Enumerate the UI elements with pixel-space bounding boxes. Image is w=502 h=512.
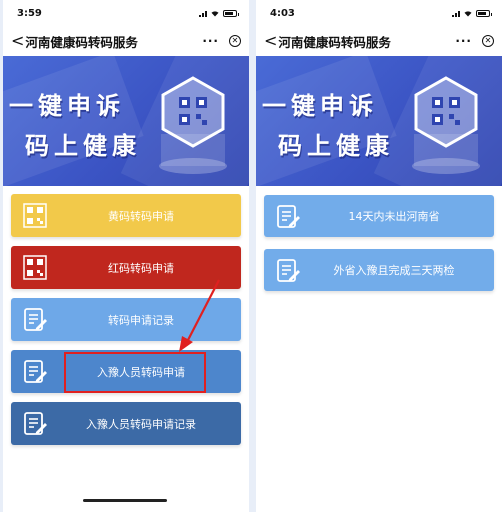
form-edit-icon [24,360,47,383]
status-icons [199,9,239,17]
qrcode-hexagon-icon [412,76,480,174]
qrcode-icon [23,255,47,280]
phone-screen-right: 4:03 < 河南健康码转码服务 ··· ✕ 一键申诉 码上健康 14天内未出河… [256,0,502,512]
more-icon[interactable]: ··· [202,34,219,48]
banner: 一键申诉 码上健康 [256,56,502,186]
entry-three-days-two-tests-button[interactable]: 外省入豫且完成三天两检 [264,249,494,291]
battery-icon [476,9,492,17]
arrow-annotation-icon [179,279,220,352]
back-icon[interactable]: < [11,33,24,49]
wifi-icon [464,11,472,17]
qrcode-icon [23,203,47,228]
nav-bar: < 河南健康码转码服务 ··· ✕ [3,26,249,56]
banner-line-1: 一键申诉 [9,92,125,120]
status-bar: 4:03 [256,0,502,26]
form-edit-icon [24,412,47,435]
banner-line-2: 码上健康 [278,132,394,160]
signal-icon [199,10,207,17]
close-icon[interactable]: ✕ [482,35,494,47]
battery-icon [223,9,239,17]
close-icon[interactable]: ✕ [229,35,241,47]
button-list: 14天内未出河南省 外省入豫且完成三天两检 [264,195,494,303]
more-icon[interactable]: ··· [455,34,472,48]
page-title: 河南健康码转码服务 [25,34,138,50]
status-bar: 3:59 [3,0,249,26]
status-time: 3:59 [17,7,42,19]
highlight-box-annotation [64,352,206,393]
banner-line-2: 码上健康 [25,132,141,160]
banner: 一键申诉 码上健康 [3,56,249,186]
back-icon[interactable]: < [264,33,277,49]
home-indicator [83,499,167,502]
yellow-code-apply-button[interactable]: 黄码转码申请 [11,194,241,237]
signal-icon [452,10,460,17]
nav-bar: < 河南健康码转码服务 ··· ✕ [256,26,502,56]
entry-henan-record-button[interactable]: 入豫人员转码申请记录 [11,402,241,445]
wifi-icon [211,11,219,17]
page-title: 河南健康码转码服务 [278,34,391,50]
phone-screen-left: 3:59 < 河南健康码转码服务 ··· ✕ 一键申诉 码上健康 黄码转码申请 … [3,0,249,512]
status-time: 4:03 [270,7,295,19]
form-edit-icon [277,259,300,282]
not-left-henan-button[interactable]: 14天内未出河南省 [264,195,494,237]
banner-line-1: 一键申诉 [262,92,378,120]
status-icons [452,9,492,17]
form-edit-icon [277,205,300,228]
form-edit-icon [24,308,47,331]
qrcode-hexagon-icon [159,76,227,174]
